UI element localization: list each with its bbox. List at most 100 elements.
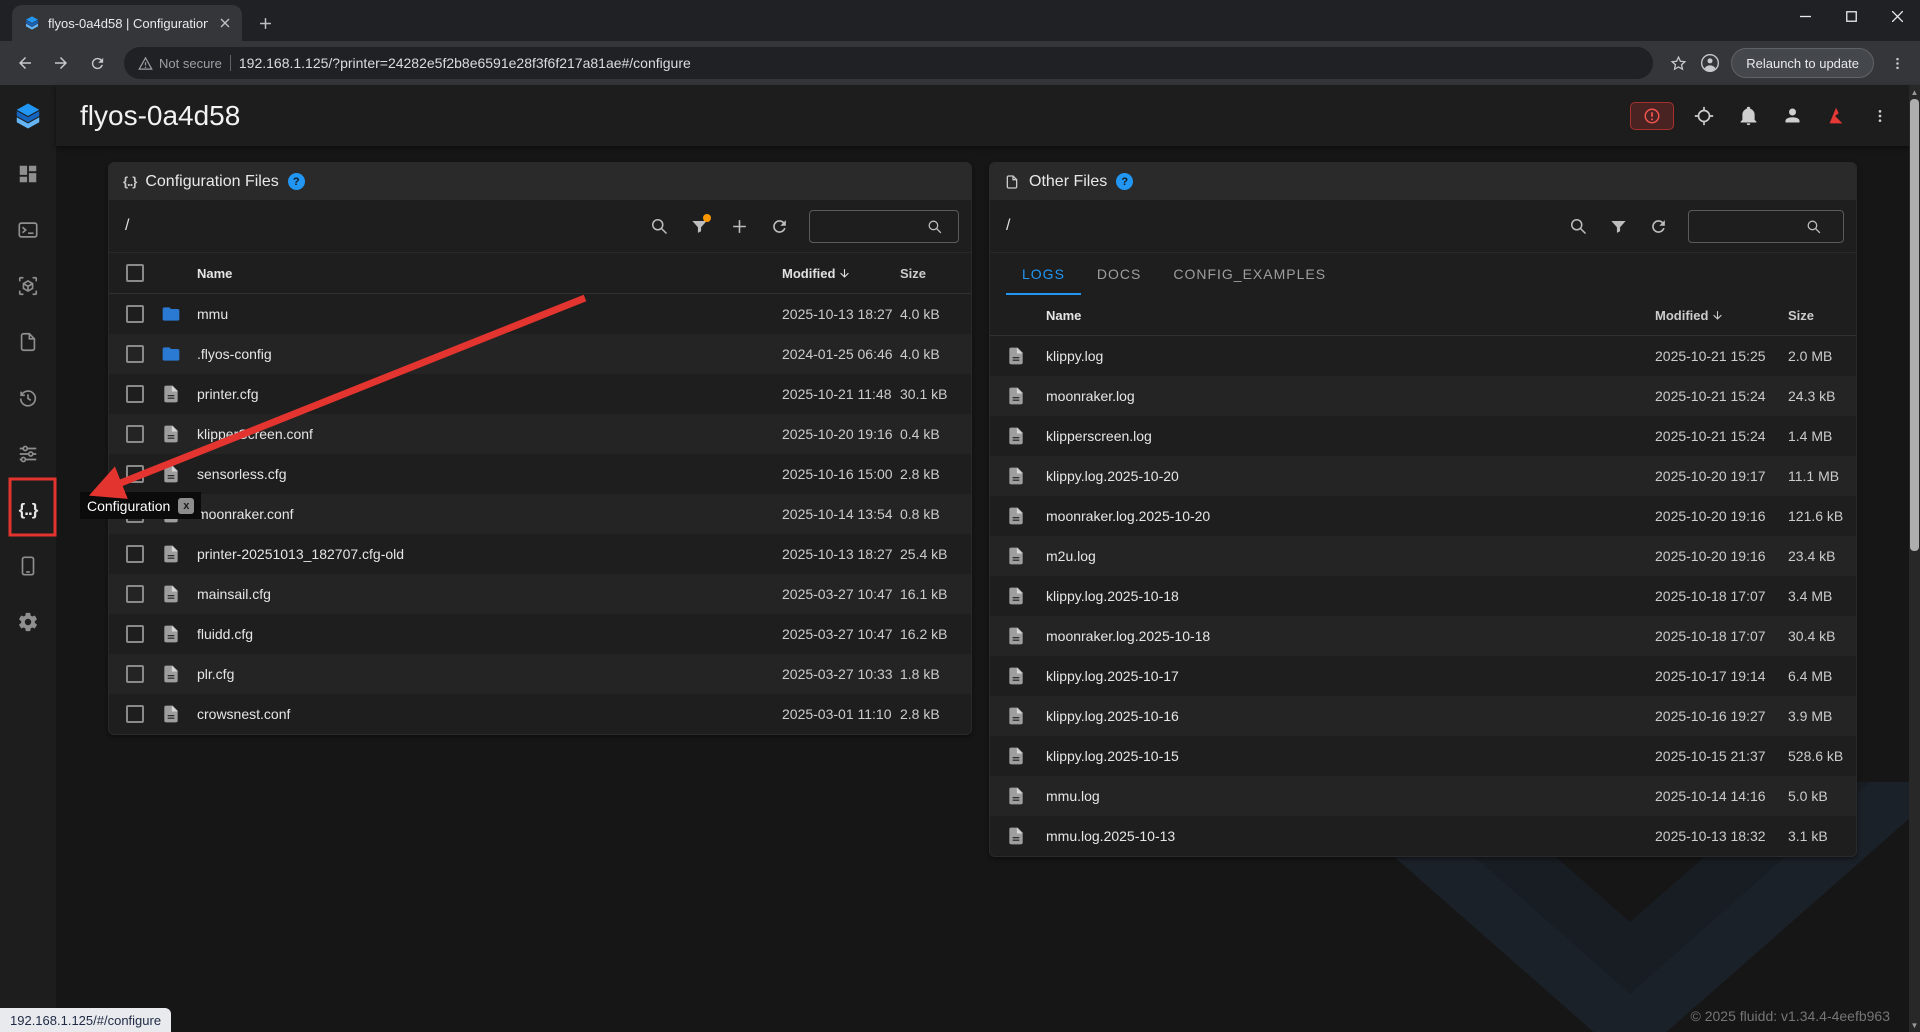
file-row[interactable]: plr.cfg2025-03-27 10:331.8 kB [109, 654, 971, 694]
locate-crosshair-icon[interactable] [1690, 102, 1718, 130]
search-toggle-icon[interactable] [1560, 208, 1596, 244]
file-row[interactable]: moonraker.log2025-10-21 15:2424.3 kB [990, 376, 1856, 416]
sidebar-item-dashboard[interactable] [0, 146, 56, 202]
filter-icon[interactable] [681, 208, 717, 244]
other-search-field[interactable] [1688, 210, 1844, 243]
browser-menu-kebab-icon[interactable] [1882, 48, 1912, 78]
sidebar-item-console[interactable] [0, 202, 56, 258]
tab-docs[interactable]: DOCS [1081, 253, 1157, 295]
emergency-stop-button[interactable] [1630, 102, 1674, 130]
bookmark-star-icon[interactable] [1663, 48, 1693, 78]
file-row[interactable]: m2u.log2025-10-20 19:1623.4 kB [990, 536, 1856, 576]
forward-icon[interactable] [44, 46, 78, 80]
row-checkbox[interactable] [126, 345, 144, 363]
select-all-checkbox[interactable] [126, 264, 144, 282]
file-row[interactable]: .flyos-config2024-01-25 06:464.0 kB [109, 334, 971, 374]
scrollbar-thumb[interactable] [1910, 99, 1919, 551]
profile-avatar-icon[interactable] [1695, 48, 1725, 78]
config-search-input[interactable] [820, 218, 920, 234]
file-row[interactable]: klippy.log.2025-10-152025-10-15 21:37528… [990, 736, 1856, 776]
fluidd-logo[interactable] [0, 85, 56, 146]
column-name[interactable]: Name [197, 266, 782, 281]
sidebar-item-configuration[interactable]: {..} [0, 482, 56, 538]
file-row[interactable]: fluidd.cfg2025-03-27 10:4716.2 kB [109, 614, 971, 654]
browser-tabstrip: flyos-0a4d58 | Configuration [0, 0, 1920, 41]
row-checkbox[interactable] [126, 465, 144, 483]
scrollbar-down-icon[interactable]: ▼ [1909, 1018, 1920, 1032]
file-row[interactable]: crowsnest.conf2025-03-01 11:102.8 kB [109, 694, 971, 734]
sidebar-item-system[interactable] [0, 538, 56, 594]
other-table-header: Name Modified Size [990, 295, 1856, 336]
file-row[interactable]: klippy.log.2025-10-182025-10-18 17:073.4… [990, 576, 1856, 616]
url-text: 192.168.1.125/?printer=24282e5f2b8e6591e… [239, 55, 691, 71]
refresh-files-icon[interactable] [1640, 208, 1676, 244]
tab-logs[interactable]: LOGS [1006, 253, 1081, 295]
relaunch-to-update-button[interactable]: Relaunch to update [1731, 48, 1874, 78]
file-row[interactable]: klipperscreen.log2025-10-21 15:241.4 MB [990, 416, 1856, 456]
notifications-bell-icon[interactable] [1734, 102, 1762, 130]
file-icon [1006, 786, 1046, 806]
row-checkbox[interactable] [126, 705, 144, 723]
scrollbar-up-icon[interactable]: ▲ [1909, 85, 1920, 99]
window-close-button[interactable] [1874, 0, 1920, 32]
column-modified[interactable]: Modified [782, 266, 900, 281]
file-row[interactable]: klippy.log.2025-10-172025-10-17 19:146.4… [990, 656, 1856, 696]
klipper-logo-icon[interactable] [1822, 102, 1850, 130]
security-chip[interactable]: Not secure [138, 56, 222, 71]
row-checkbox[interactable] [126, 425, 144, 443]
row-checkbox[interactable] [126, 545, 144, 563]
page-scrollbar[interactable]: ▲ ▼ [1909, 85, 1920, 1032]
file-row[interactable]: printer-20251013_182707.cfg-old2025-10-1… [109, 534, 971, 574]
column-name[interactable]: Name [1046, 308, 1655, 323]
file-row[interactable]: mainsail.cfg2025-03-27 10:4716.1 kB [109, 574, 971, 614]
sidebar-item-jobs[interactable] [0, 314, 56, 370]
file-row[interactable]: mmu.log.2025-10-132025-10-13 18:323.1 kB [990, 816, 1856, 856]
file-row[interactable]: moonraker.log.2025-10-182025-10-18 17:07… [990, 616, 1856, 656]
help-icon[interactable]: ? [288, 173, 305, 190]
sidebar-item-gcode-preview[interactable] [0, 258, 56, 314]
window-minimize-button[interactable] [1782, 0, 1828, 32]
column-modified[interactable]: Modified [1655, 308, 1788, 323]
breadcrumb[interactable]: / [125, 217, 637, 235]
file-row[interactable]: klippy.log.2025-10-162025-10-16 19:273.9… [990, 696, 1856, 736]
row-checkbox[interactable] [126, 665, 144, 683]
help-icon[interactable]: ? [1116, 173, 1133, 190]
file-row[interactable]: mmu2025-10-13 18:274.0 kB [109, 294, 971, 334]
breadcrumb[interactable]: / [1006, 217, 1556, 235]
column-size[interactable]: Size [1788, 308, 1856, 323]
sidebar-item-settings[interactable] [0, 594, 56, 650]
annotation-close-icon[interactable]: x [178, 498, 194, 514]
search-toggle-icon[interactable] [641, 208, 677, 244]
user-account-icon[interactable] [1778, 102, 1806, 130]
file-row[interactable]: mmu.log2025-10-14 14:165.0 kB [990, 776, 1856, 816]
sidebar-item-history[interactable] [0, 370, 56, 426]
add-file-plus-icon[interactable] [721, 208, 757, 244]
file-row[interactable]: moonraker.log.2025-10-202025-10-20 19:16… [990, 496, 1856, 536]
tab-config_examples[interactable]: CONFIG_EXAMPLES [1157, 253, 1342, 295]
app-menu-kebab-icon[interactable] [1866, 102, 1894, 130]
column-size[interactable]: Size [900, 266, 971, 281]
config-search-field[interactable] [809, 210, 959, 243]
file-row[interactable]: klippy.log2025-10-21 15:252.0 MB [990, 336, 1856, 376]
file-row[interactable]: klippy.log.2025-10-202025-10-20 19:1711.… [990, 456, 1856, 496]
browser-tab[interactable]: flyos-0a4d58 | Configuration [12, 5, 242, 41]
window-maximize-button[interactable] [1828, 0, 1874, 32]
row-checkbox[interactable] [126, 625, 144, 643]
url-bar[interactable]: Not secure 192.168.1.125/?printer=24282e… [124, 47, 1653, 79]
tab-close-icon[interactable] [216, 14, 234, 32]
new-tab-button[interactable] [250, 8, 280, 38]
file-row[interactable]: printer.cfg2025-10-21 11:4830.1 kB [109, 374, 971, 414]
row-checkbox[interactable] [126, 585, 144, 603]
refresh-icon[interactable] [80, 46, 114, 80]
refresh-files-icon[interactable] [761, 208, 797, 244]
file-row[interactable]: klipperScreen.conf2025-10-20 19:160.4 kB [109, 414, 971, 454]
row-checkbox[interactable] [126, 305, 144, 323]
fluidd-favicon [24, 15, 40, 31]
other-search-input[interactable] [1699, 218, 1799, 234]
row-checkbox[interactable] [126, 385, 144, 403]
sidebar-item-tune[interactable] [0, 426, 56, 482]
filter-icon[interactable] [1600, 208, 1636, 244]
file-row[interactable]: moonraker.conf2025-10-14 13:540.8 kB [109, 494, 971, 534]
back-icon[interactable] [8, 46, 42, 80]
file-row[interactable]: sensorless.cfg2025-10-16 15:002.8 kB [109, 454, 971, 494]
